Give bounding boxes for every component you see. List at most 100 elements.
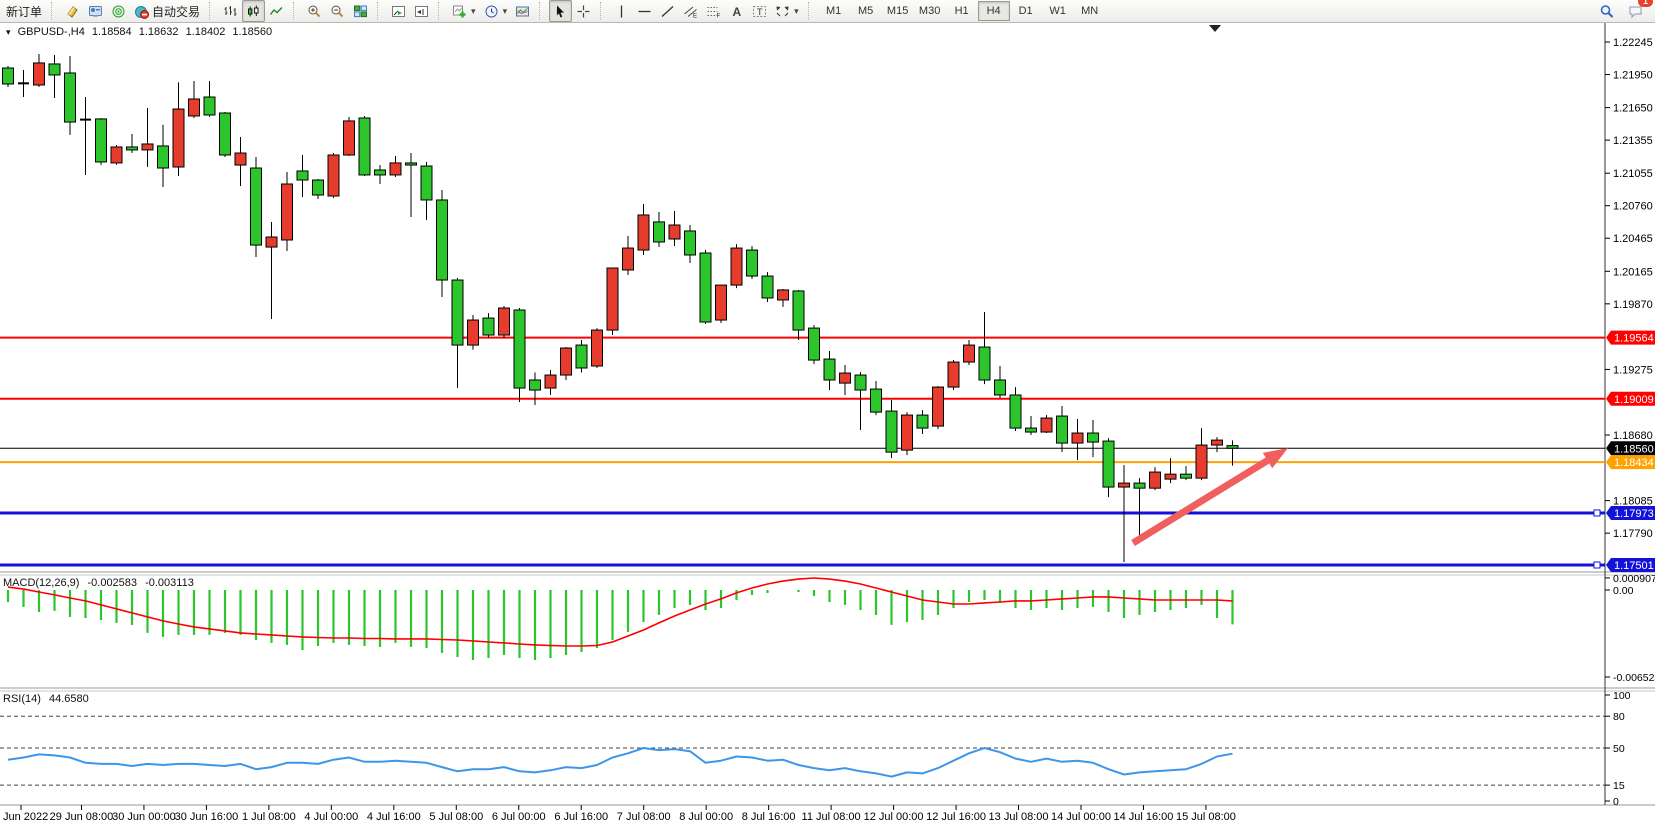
toolbar-separator: [377, 2, 383, 20]
price-tick-label: 1.21950: [1613, 70, 1653, 82]
candle-body: [654, 222, 665, 242]
time-tick-label: 8 Jun 2022: [0, 811, 48, 823]
time-tick-label: 6 Jul 16:00: [554, 811, 608, 823]
candle-body: [731, 248, 742, 285]
templates-button[interactable]: [511, 0, 534, 22]
candle-body: [1181, 474, 1192, 478]
candle-body: [406, 163, 417, 165]
timeframe-w1-button[interactable]: W1: [1042, 1, 1074, 21]
fibonacci-button[interactable]: F: [702, 0, 725, 22]
timeframe-m30-button[interactable]: M30: [914, 1, 946, 21]
auto-scroll-button[interactable]: [387, 0, 410, 22]
candle-body: [917, 415, 928, 428]
candle-body: [390, 163, 401, 175]
rsi-axis-label: 0: [1613, 796, 1619, 808]
candle-body: [1212, 440, 1223, 445]
toolbar-separator: [438, 2, 444, 20]
time-tick-label: 12 Jul 00:00: [864, 811, 924, 823]
timeframe-mn-button[interactable]: MN: [1074, 1, 1106, 21]
bar-chart-button[interactable]: [219, 0, 242, 22]
candle-body: [995, 380, 1006, 395]
timeframe-m15-button[interactable]: M15: [882, 1, 914, 21]
price-tick-label: 1.21055: [1613, 168, 1653, 180]
price-tick-label: 1.20465: [1613, 233, 1653, 245]
fibonacci-icon: F: [706, 4, 721, 19]
candle-body: [979, 347, 990, 380]
macd-axis-label: 0.00: [1613, 585, 1634, 597]
timeframe-h4-button[interactable]: H4: [978, 1, 1010, 21]
periods-icon: [484, 4, 499, 19]
price-tick-label: 1.18085: [1613, 496, 1653, 508]
navigator-button[interactable]: [107, 0, 130, 22]
time-tick-label: 6 Jul 00:00: [492, 811, 546, 823]
candle-body: [65, 73, 76, 122]
new-order-button[interactable]: 新订单: [2, 0, 46, 22]
search-button[interactable]: [1595, 0, 1618, 22]
vertical-line-button[interactable]: [610, 0, 633, 22]
symbol-period-label: GBPUSD-,H4: [18, 26, 85, 38]
equidistant-channel-button[interactable]: E: [679, 0, 702, 22]
candle-body: [344, 121, 355, 155]
candle-body: [173, 109, 184, 167]
horizontal-line-button[interactable]: [633, 0, 656, 22]
text-label-button[interactable]: T: [748, 0, 771, 22]
chart-shift-button[interactable]: [410, 0, 433, 22]
templates-icon: [515, 4, 530, 19]
text-label-icon: T: [752, 4, 767, 19]
notifications-button[interactable]: 1: [1624, 0, 1647, 22]
rsi-axis-label: 100: [1613, 690, 1631, 702]
autotrade-button[interactable]: 自动交易: [130, 0, 204, 22]
text-icon: A: [729, 4, 744, 19]
chart-background: [0, 22, 1655, 825]
candle-body: [34, 63, 45, 85]
zoom-in-button[interactable]: [303, 0, 326, 22]
candlestick-chart-button[interactable]: [242, 0, 265, 22]
rsi-axis-label: 80: [1613, 711, 1625, 723]
candle-body: [235, 153, 246, 165]
timeframe-h1-button[interactable]: H1: [946, 1, 978, 21]
price-tick-label: 1.18680: [1613, 430, 1653, 442]
timeframe-d1-button[interactable]: D1: [1010, 1, 1042, 21]
rsi-label: RSI(14) 44.6580: [3, 693, 94, 705]
text-button[interactable]: A: [725, 0, 748, 22]
zoom-out-button[interactable]: [326, 0, 349, 22]
svg-text:T: T: [757, 7, 763, 17]
cursor-icon: [553, 4, 568, 19]
time-tick-label: 30 Jun 16:00: [175, 811, 239, 823]
chart-dropdown-icon[interactable]: ▾: [6, 27, 11, 37]
line-chart-button[interactable]: [265, 0, 288, 22]
support-line-2-handle[interactable]: [1594, 562, 1600, 568]
candle-body: [840, 373, 851, 383]
toolbar-separator: [600, 2, 606, 20]
timeframe-m1-button[interactable]: M1: [818, 1, 850, 21]
price-tick-label: 1.20760: [1613, 201, 1653, 213]
price-badge-label: 1.17501: [1614, 560, 1654, 572]
arrows-button[interactable]: ▾: [771, 0, 803, 22]
price-tick-label: 1.21355: [1613, 135, 1653, 147]
timeframe-m5-button[interactable]: M5: [850, 1, 882, 21]
chart-canvas[interactable]: 1.222451.219501.216501.213551.210551.207…: [0, 0, 1655, 825]
candle-body: [111, 147, 122, 163]
data-window-button[interactable]: [84, 0, 107, 22]
navigator-icon: [111, 4, 126, 19]
candle-body: [561, 348, 572, 375]
tile-windows-button[interactable]: [349, 0, 372, 22]
market-watch-button[interactable]: [61, 0, 84, 22]
arrows-icon: [775, 4, 790, 19]
autotrade-icon: [134, 4, 149, 19]
svg-text:E: E: [693, 13, 697, 19]
candle-body: [778, 290, 789, 300]
price-badge-label: 1.19009: [1614, 394, 1654, 406]
indicators-button[interactable]: ▾: [448, 0, 480, 22]
chevron-down-icon[interactable]: ▾: [503, 6, 508, 17]
trendline-button[interactable]: [656, 0, 679, 22]
time-tick-label: 14 Jul 00:00: [1051, 811, 1111, 823]
chevron-down-icon[interactable]: ▾: [471, 6, 476, 17]
crosshair-button[interactable]: [572, 0, 595, 22]
cursor-button[interactable]: [549, 0, 572, 22]
periods-button[interactable]: ▾: [480, 0, 512, 22]
chevron-down-icon[interactable]: ▾: [794, 6, 799, 17]
support-line-1-handle[interactable]: [1594, 510, 1600, 516]
candle-body: [1010, 395, 1021, 428]
candle-body: [1227, 446, 1238, 449]
